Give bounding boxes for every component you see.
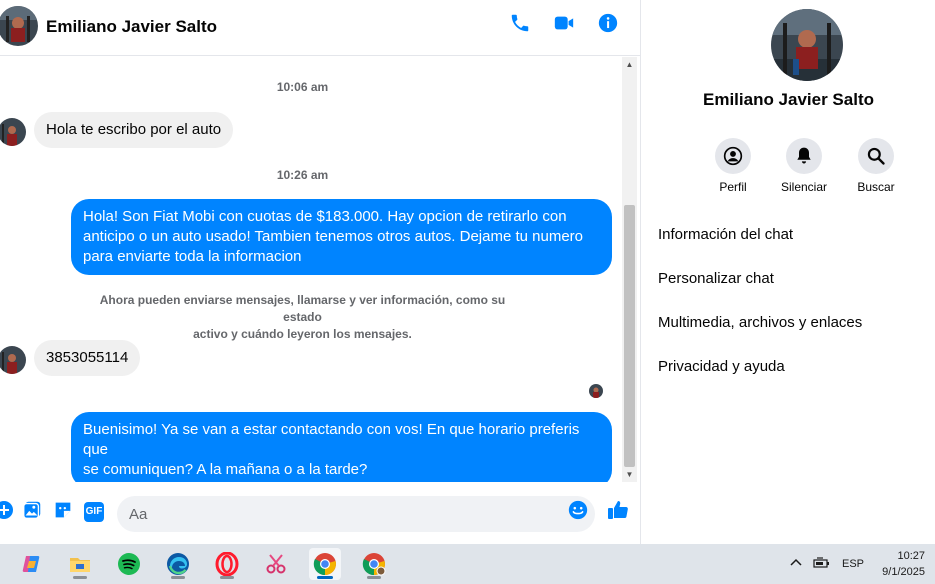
- edge-icon[interactable]: [162, 548, 194, 580]
- message-bubble-outgoing[interactable]: Buenisimo! Ya se van a estar contactando…: [71, 412, 612, 482]
- network-battery-status[interactable]: [813, 544, 831, 584]
- sender-avatar[interactable]: [0, 118, 26, 146]
- messenger-app: Emiliano Javier Salto 10:06 am Hola te e…: [0, 0, 935, 544]
- menu-privacy-support[interactable]: Privacidad y ayuda: [658, 358, 785, 375]
- search-icon[interactable]: [858, 138, 894, 174]
- chrome-icon[interactable]: [309, 548, 341, 580]
- copilot-icon[interactable]: [16, 548, 48, 580]
- message-input[interactable]: [117, 496, 595, 532]
- system-notice-line: Ahora pueden enviarse mensajes, llamarse…: [99, 293, 506, 324]
- timestamp: 10:26 am: [276, 168, 329, 182]
- show-hidden-icons-button[interactable]: [789, 544, 803, 584]
- message-bubble-incoming[interactable]: Hola te escribo por el auto: [34, 112, 234, 148]
- contact-profile-name: Emiliano Javier Salto: [702, 90, 874, 109]
- emoji-button[interactable]: [566, 500, 590, 524]
- scroll-thumb[interactable]: [624, 205, 635, 467]
- gif-button[interactable]: GIF: [82, 500, 106, 524]
- clock-time: 10:27: [897, 550, 925, 562]
- mute-action[interactable]: Silenciar: [774, 138, 834, 194]
- menu-media-files-links[interactable]: Multimedia, archivos y enlaces: [658, 314, 862, 331]
- system-clock[interactable]: 10:27 9/1/2025: [882, 548, 925, 580]
- chat-header: Emiliano Javier Salto: [0, 0, 640, 56]
- gif-icon: GIF: [84, 502, 104, 522]
- sender-avatar[interactable]: [0, 346, 26, 374]
- emoji-icon: [567, 499, 589, 526]
- scroll-up-arrow-icon[interactable]: ▲: [622, 57, 637, 72]
- timestamp: 10:06 am: [276, 80, 329, 94]
- contact-avatar[interactable]: [0, 6, 38, 46]
- conversation-info-button[interactable]: [595, 12, 621, 38]
- opera-icon[interactable]: [211, 548, 243, 580]
- chevron-up-icon: [789, 556, 803, 573]
- like-icon: [606, 498, 630, 527]
- battery-network-icon: [813, 556, 831, 573]
- message-bubble-outgoing[interactable]: Hola! Son Fiat Mobi con cuotas de $183.0…: [71, 199, 612, 275]
- voice-call-button[interactable]: [507, 12, 533, 38]
- profile-icon[interactable]: [715, 138, 751, 174]
- sticker-icon: [52, 499, 74, 526]
- system-notice-line: activo y cuándo leyeron los mensajes.: [193, 327, 412, 341]
- seen-indicator-avatar: [589, 384, 603, 398]
- search-action[interactable]: Buscar: [846, 138, 906, 194]
- message-line: para enviarte toda la informacion: [83, 248, 302, 265]
- message-line: anticipo o un auto usado! Tambien tenemo…: [83, 228, 584, 245]
- file-explorer-icon[interactable]: [64, 548, 96, 580]
- video-icon: [553, 12, 575, 39]
- search-action-label: Buscar: [857, 180, 895, 194]
- windows-taskbar: ESP 10:27 9/1/2025: [0, 544, 935, 584]
- profile-action[interactable]: Perfil: [703, 138, 763, 194]
- plus-icon: [0, 500, 14, 525]
- attach-image-button[interactable]: [20, 500, 44, 524]
- chrome-profile-icon[interactable]: [358, 548, 390, 580]
- message-bubble-incoming[interactable]: 3853055114: [34, 340, 141, 376]
- scroll-down-arrow-icon[interactable]: ▼: [622, 467, 637, 482]
- clock-date: 9/1/2025: [882, 566, 925, 578]
- phone-icon: [509, 12, 531, 39]
- message-line: Buenisimo! Ya se van a estar contactando…: [83, 421, 580, 458]
- system-notice: Ahora pueden enviarse mensajes, llamarse…: [80, 292, 525, 343]
- message-composer: GIF: [0, 484, 640, 544]
- message-scrollbar[interactable]: ▲ ▼: [622, 57, 637, 482]
- language-indicator[interactable]: ESP: [842, 544, 864, 584]
- menu-customize-chat[interactable]: Personalizar chat: [658, 270, 774, 287]
- conversation-details-panel: Emiliano Javier Salto Perfil Silenciar B…: [640, 0, 935, 544]
- info-icon: [597, 12, 619, 39]
- image-icon: [21, 499, 43, 526]
- message-list[interactable]: 10:06 am Hola te escribo por el auto 10:…: [0, 57, 622, 482]
- spotify-icon[interactable]: [113, 548, 145, 580]
- contact-profile-avatar[interactable]: [771, 9, 843, 81]
- message-line: se comuniquen? A la mañana o a la tarde?: [83, 461, 368, 478]
- bell-icon[interactable]: [786, 138, 822, 174]
- send-like-button[interactable]: [606, 500, 630, 524]
- profile-action-label: Perfil: [719, 180, 747, 194]
- message-line: Hola! Son Fiat Mobi con cuotas de $183.0…: [83, 208, 567, 225]
- sticker-button[interactable]: [51, 500, 75, 524]
- menu-chat-info[interactable]: Información del chat: [658, 226, 793, 243]
- contact-name[interactable]: Emiliano Javier Salto: [46, 17, 217, 37]
- video-call-button[interactable]: [551, 12, 577, 38]
- snipping-tool-icon[interactable]: [260, 548, 292, 580]
- mute-action-label: Silenciar: [780, 180, 828, 194]
- more-actions-button[interactable]: [0, 500, 16, 524]
